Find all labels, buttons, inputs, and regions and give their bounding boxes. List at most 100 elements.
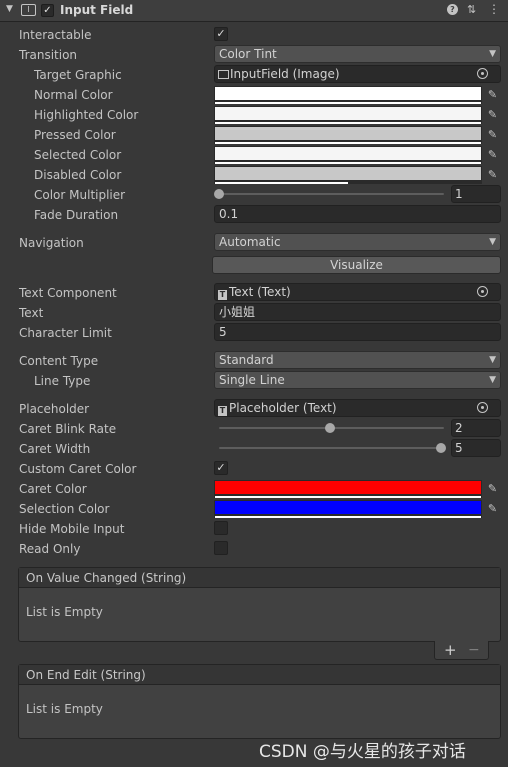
component-enabled-checkbox[interactable]: ✓: [41, 4, 54, 17]
checkmark-icon: ✓: [216, 461, 226, 474]
disabled-color-field[interactable]: [214, 166, 482, 184]
caret-width-label: Caret Width: [19, 442, 91, 456]
visualize-button[interactable]: Visualize: [212, 256, 501, 274]
color-multiplier-slider-track[interactable]: [219, 193, 444, 195]
caret-blink-rate-slider-thumb[interactable]: [325, 423, 335, 433]
disabled-color-label: Disabled Color: [34, 168, 122, 182]
eyedropper-icon[interactable]: ✎: [484, 106, 501, 123]
input-field-component-icon: I: [21, 4, 36, 16]
read-only-label: Read Only: [19, 542, 81, 556]
character-limit-label: Character Limit: [19, 326, 112, 340]
normal-color-label: Normal Color: [34, 88, 113, 102]
settings-icon[interactable]: ⇅: [467, 3, 476, 16]
fade-duration-label: Fade Duration: [34, 208, 119, 222]
alpha-bar: [215, 516, 481, 518]
content-type-value: Standard: [219, 353, 274, 367]
highlighted-color-field[interactable]: [214, 106, 482, 124]
caret-width-input[interactable]: 5: [451, 439, 501, 457]
placeholder-value: Placeholder (Text): [229, 401, 337, 415]
navigation-label: Navigation: [19, 236, 84, 250]
image-icon: [218, 70, 229, 79]
alpha-bar: [215, 142, 481, 144]
text-label: Text: [19, 306, 44, 320]
line-type-label: Line Type: [34, 374, 91, 388]
eyedropper-icon[interactable]: ✎: [484, 480, 501, 497]
line-type-dropdown[interactable]: Single Line ▼: [214, 371, 501, 389]
alpha-bar: [215, 182, 348, 184]
custom-caret-color-checkbox[interactable]: ✓: [214, 461, 228, 475]
object-picker-icon[interactable]: [477, 68, 488, 79]
component-header: ▼ I ✓ Input Field ? ⇅ ⋮: [0, 0, 508, 22]
eyedropper-icon[interactable]: ✎: [484, 500, 501, 517]
fade-duration-input[interactable]: 0.1: [214, 205, 501, 223]
target-graphic-label: Target Graphic: [34, 68, 122, 82]
alpha-bar: [215, 162, 481, 164]
more-vertical-icon[interactable]: ⋮: [488, 2, 500, 16]
selected-color-field[interactable]: [214, 146, 482, 164]
remove-button[interactable]: −: [468, 641, 480, 659]
help-icon[interactable]: ?: [447, 4, 458, 15]
alpha-bar: [215, 122, 481, 124]
alpha-bar: [215, 496, 481, 498]
eyedropper-icon[interactable]: ✎: [484, 86, 501, 103]
eyedropper-icon[interactable]: ✎: [484, 146, 501, 163]
color-swatch: [215, 107, 481, 120]
text-type-icon: T: [218, 406, 227, 416]
event-header: On Value Changed (String): [19, 568, 500, 588]
hide-mobile-input-label: Hide Mobile Input: [19, 522, 125, 536]
color-swatch: [215, 501, 481, 514]
text-component-value: Text (Text): [229, 285, 291, 299]
normal-color-field[interactable]: [214, 86, 482, 104]
object-picker-icon[interactable]: [477, 402, 488, 413]
color-multiplier-slider-thumb[interactable]: [214, 189, 224, 199]
content-type-dropdown[interactable]: Standard ▼: [214, 351, 501, 369]
selection-color-field[interactable]: [214, 500, 482, 518]
event-list-footer: + −: [434, 641, 489, 660]
target-graphic-field[interactable]: InputField (Image): [214, 65, 501, 83]
dropdown-arrow-icon: ▼: [489, 49, 496, 59]
text-component-field[interactable]: T Text (Text): [214, 283, 501, 301]
text-input[interactable]: 小姐姐: [214, 303, 501, 321]
component-title: Input Field: [60, 3, 134, 17]
pressed-color-label: Pressed Color: [34, 128, 116, 142]
dropdown-arrow-icon: ▼: [489, 355, 496, 365]
caret-width-slider-thumb[interactable]: [436, 443, 446, 453]
read-only-checkbox[interactable]: [214, 541, 228, 555]
event-header: On End Edit (String): [19, 665, 500, 685]
alpha-bar: [215, 102, 481, 104]
navigation-dropdown[interactable]: Automatic ▼: [214, 233, 501, 251]
interactable-label: Interactable: [19, 28, 92, 42]
object-picker-icon[interactable]: [477, 286, 488, 297]
highlighted-color-label: Highlighted Color: [34, 108, 139, 122]
watermark: CSDN @与火星的孩子对话: [259, 742, 466, 762]
placeholder-field[interactable]: T Placeholder (Text): [214, 399, 501, 417]
placeholder-label: Placeholder: [19, 402, 90, 416]
color-swatch: [215, 147, 481, 160]
transition-label: Transition: [19, 48, 78, 62]
dropdown-arrow-icon: ▼: [489, 375, 496, 385]
eyedropper-icon[interactable]: ✎: [484, 126, 501, 143]
caret-color-field[interactable]: [214, 480, 482, 498]
foldout-arrow-icon[interactable]: ▼: [6, 4, 13, 14]
pressed-color-field[interactable]: [214, 126, 482, 144]
caret-blink-rate-input[interactable]: 2: [451, 419, 501, 437]
event-list-empty: List is Empty: [26, 605, 103, 619]
color-multiplier-label: Color Multiplier: [34, 188, 126, 202]
target-graphic-value: InputField (Image): [230, 67, 340, 81]
eyedropper-icon[interactable]: ✎: [484, 166, 501, 183]
caret-width-slider-track[interactable]: [219, 447, 444, 449]
navigation-value: Automatic: [219, 235, 281, 249]
selected-color-label: Selected Color: [34, 148, 122, 162]
interactable-checkbox[interactable]: ✓: [214, 27, 228, 41]
content-type-label: Content Type: [19, 354, 99, 368]
selection-color-label: Selection Color: [19, 502, 110, 516]
text-component-label: Text Component: [19, 286, 117, 300]
transition-value: Color Tint: [219, 47, 277, 61]
color-multiplier-input[interactable]: 1: [451, 185, 501, 203]
text-type-icon: T: [218, 290, 227, 300]
add-button[interactable]: +: [444, 641, 457, 659]
hide-mobile-input-checkbox[interactable]: [214, 521, 228, 535]
checkmark-icon: ✓: [216, 27, 226, 40]
character-limit-input[interactable]: 5: [214, 323, 501, 341]
transition-dropdown[interactable]: Color Tint ▼: [214, 45, 501, 63]
